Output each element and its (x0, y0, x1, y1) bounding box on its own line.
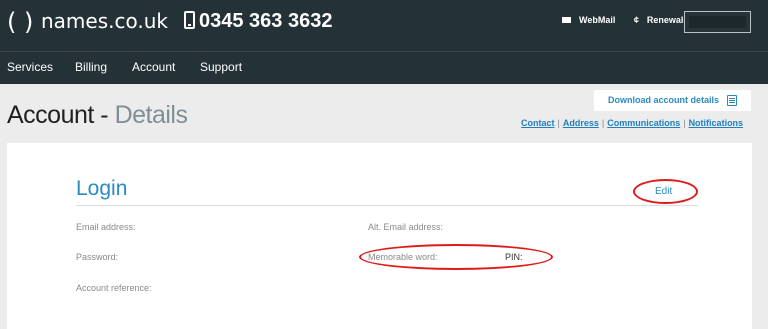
link-contact[interactable]: Contact (521, 118, 555, 128)
phone-number: 0345 363 3632 (184, 10, 332, 33)
section-divider (76, 205, 698, 206)
logo-parens: ( ) (7, 8, 34, 36)
phone-text: 0345 363 3632 (199, 10, 333, 32)
memorable-annotation-ring (359, 244, 553, 270)
renew-icon: ¢ (633, 15, 639, 25)
account-reference-label: Account reference: (76, 283, 152, 293)
webmail-link[interactable]: WebMail (562, 15, 623, 25)
link-communications[interactable]: Communications (607, 118, 680, 128)
nav-item-account[interactable]: Account (132, 60, 175, 74)
renewals-label: Renewals (646, 15, 689, 25)
nav-item-billing[interactable]: Billing (75, 60, 107, 74)
link-notifications[interactable]: Notifications (689, 118, 744, 128)
page-title-sub: Details (114, 101, 188, 129)
account-box[interactable] (684, 11, 751, 33)
edit-annotation-ring (633, 179, 698, 204)
nav-item-support[interactable]: Support (200, 60, 242, 74)
site-logo[interactable]: ( ) names.co.uk (7, 8, 168, 36)
email-label: Email address: (76, 222, 136, 232)
main-nav: Services Billing Account Support (0, 51, 768, 84)
page-title-main: Account - (7, 101, 109, 129)
phone-icon (184, 11, 195, 29)
alt-email-label: Alt. Email address: (368, 222, 444, 232)
webmail-label: WebMail (579, 15, 616, 25)
nav-item-services[interactable]: Services (7, 60, 53, 74)
login-title: Login (76, 177, 128, 200)
password-label: Password: (76, 252, 119, 262)
account-box-inner (689, 16, 746, 28)
mail-icon (562, 17, 571, 23)
link-address[interactable]: Address (563, 118, 599, 128)
top-header: ( ) names.co.uk 0345 363 3632 WebMail ¢ R… (0, 0, 768, 51)
download-label: Download account details (608, 95, 720, 105)
download-account-details-button[interactable]: Download account details (594, 90, 751, 111)
section-links: Contact | Address | Communications | Notificat… (521, 118, 744, 128)
page-title: Account - Details (7, 101, 188, 130)
document-icon (727, 95, 737, 106)
login-panel: Login Edit Email address: Alt. Email add… (7, 143, 752, 329)
logo-name: names.co.uk (41, 9, 168, 33)
